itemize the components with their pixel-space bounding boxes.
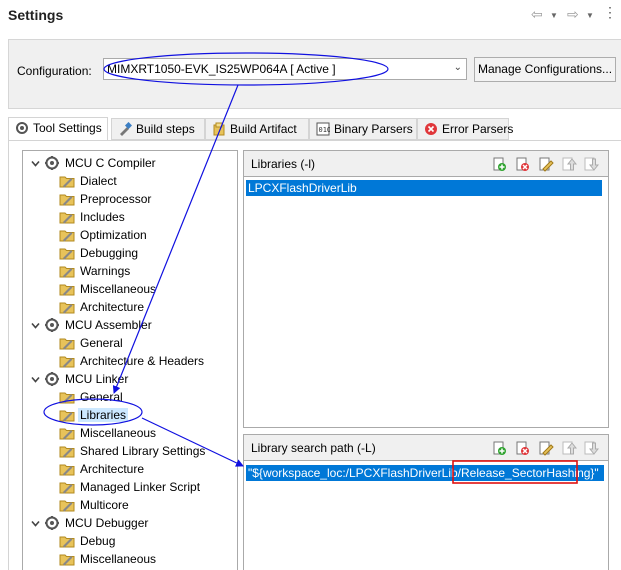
add-icon[interactable] [491,156,507,172]
tree-item-label: Miscellaneous [80,282,157,296]
chevron-down-icon[interactable]: ⌄ [454,62,462,73]
build-artifact-icon [213,122,225,136]
gear-icon [44,155,60,171]
tree-group-label: MCU Assembler [65,318,152,332]
tree-item-label: Architecture [80,300,145,314]
folder-icon [59,299,75,315]
libraries-title: Libraries (-l) [251,157,316,171]
search-path-title: Library search path (-L) [251,441,376,455]
tab-build-artifact[interactable]: Build Artifact [205,118,309,140]
tab-label: Build steps [136,122,195,136]
tab-label: Error Parsers [442,122,514,136]
title-bar: Settings ⇦ ▼ ⇨ ▼ ⋮ [0,0,621,32]
folder-icon [59,533,75,549]
manage-configurations-button[interactable]: Manage Configurations... [474,57,616,82]
tree-group-label: MCU Linker [65,372,129,386]
tab-binary-parsers[interactable]: 010 Binary Parsers [309,118,417,140]
folder-icon [59,425,75,441]
folder-icon [59,263,75,279]
configuration-select[interactable]: MIMXRT1050-EVK_IS25WP064A [ Active ] ⌄ [103,58,467,80]
gear-icon [44,515,60,531]
tree-item-label: Debug [80,534,116,548]
binary-parsers-icon: 010 [316,122,330,136]
search-path-panel-header: Library search path (-L) [244,435,608,461]
add-icon[interactable] [491,440,507,456]
tab-error-parsers[interactable]: Error Parsers [417,118,513,140]
folder-icon [59,389,75,405]
forward-menu-icon[interactable]: ▼ [586,11,594,20]
libraries-panel-header: Libraries (-l) [244,151,608,177]
list-item[interactable]: "${workspace_loc:/LPCXFlashDriverLib/Rel… [246,465,604,481]
tree-item-label: Includes [80,210,125,224]
folder-icon [59,497,75,513]
tree-item-label: Warnings [80,264,131,278]
tree-group-label: MCU Debugger [65,516,149,530]
tab-label: Tool Settings [33,121,102,135]
configuration-value: MIMXRT1050-EVK_IS25WP064A [ Active ] [107,62,336,76]
folder-icon [59,551,75,567]
tree-item-label: Optimization [80,228,147,242]
forward-arrow-icon[interactable]: ⇨ [567,7,579,21]
tree-item-label: Multicore [80,498,129,512]
chevron-down-icon[interactable] [31,319,40,329]
libraries-panel: Libraries (-l) LPCXFlashDriverLib [243,150,609,428]
folder-icon [59,191,75,207]
chevron-down-icon[interactable] [31,373,40,383]
delete-icon[interactable] [514,156,530,172]
tree-item-label: Managed Linker Script [80,480,201,494]
edit-icon[interactable] [538,440,554,456]
tree-item-label: Miscellaneous [80,552,157,566]
folder-icon [59,335,75,351]
configuration-label: Configuration: [17,64,92,78]
edit-icon[interactable] [538,156,554,172]
more-options-icon[interactable]: ⋮ [603,5,617,19]
tab-build-steps[interactable]: Build steps [111,118,205,140]
list-item[interactable]: LPCXFlashDriverLib [246,180,602,196]
chevron-down-icon[interactable] [31,517,40,527]
move-up-icon[interactable] [561,440,577,456]
folder-icon [59,443,75,459]
folder-icon [59,407,75,423]
tree-item-label: General [80,336,123,350]
build-steps-icon [120,122,132,136]
back-arrow-icon[interactable]: ⇦ [531,7,543,21]
move-up-icon[interactable] [561,156,577,172]
move-down-icon[interactable] [583,156,599,172]
tool-settings-icon [16,122,28,134]
tree-item-label: Debugging [80,246,139,260]
error-parsers-icon [425,123,437,135]
folder-icon [59,281,75,297]
page-title: Settings [8,7,64,23]
gear-icon [44,371,60,387]
tree-item-label: Preprocessor [80,192,152,206]
tree-item-label: Miscellaneous [80,426,157,440]
settings-tree[interactable]: MCU C Compiler Dialect Preprocessor Include… [22,150,238,570]
tree-item-label: Architecture & Headers [80,354,205,368]
library-search-path-panel: Library search path (-L) "${workspace_lo… [243,434,609,570]
chevron-down-icon[interactable] [31,157,40,167]
svg-text:010: 010 [319,126,331,134]
folder-icon [59,173,75,189]
folder-icon [59,461,75,477]
folder-icon [59,245,75,261]
tree-item-label: Architecture [80,462,145,476]
folder-icon [59,353,75,369]
move-down-icon[interactable] [583,440,599,456]
settings-tabs: Tool Settings Build steps Build Artifact… [8,117,621,141]
tree-item-label: Shared Library Settings [80,444,206,458]
folder-icon [59,479,75,495]
tab-label: Binary Parsers [334,122,413,136]
tree-item-label: General [80,390,123,404]
folder-icon [59,209,75,225]
folder-icon [59,227,75,243]
tree-item-label: Dialect [80,174,117,188]
configuration-area: Configuration: MIMXRT1050-EVK_IS25WP064A… [8,39,621,109]
tree-item-label: Libraries [78,408,129,422]
tab-label: Build Artifact [230,122,297,136]
delete-icon[interactable] [514,440,530,456]
back-menu-icon[interactable]: ▼ [550,11,558,20]
gear-icon [44,317,60,333]
tab-tool-settings[interactable]: Tool Settings [8,117,108,141]
tree-group-label: MCU C Compiler [65,156,156,170]
